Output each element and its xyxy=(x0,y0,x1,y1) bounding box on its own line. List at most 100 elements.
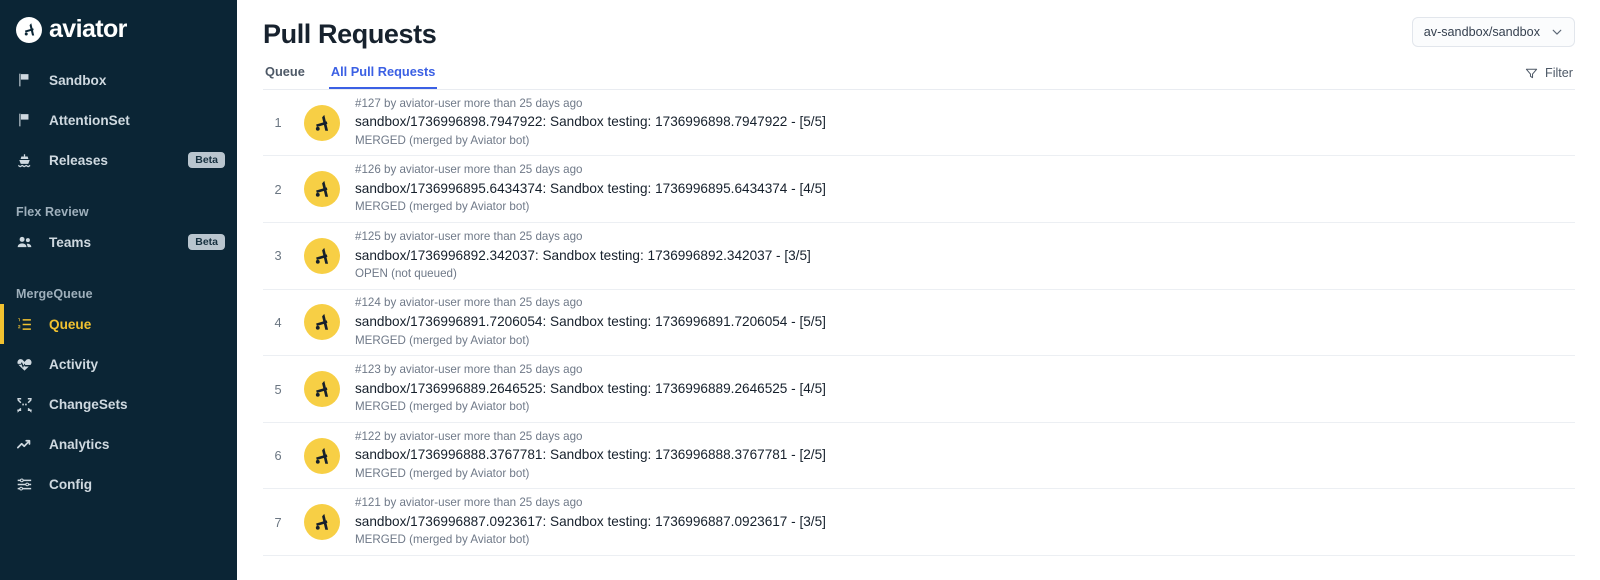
users-icon xyxy=(16,234,38,251)
sidebar-item-sandbox[interactable]: Sandbox xyxy=(0,60,237,100)
table-row[interactable]: 7 #121 by aviator-user more than 25 days… xyxy=(263,489,1575,557)
pr-meta: #121 by aviator-user more than 25 days a… xyxy=(355,496,583,510)
pr-body: #125 by aviator-user more than 25 days a… xyxy=(355,229,811,283)
avatar xyxy=(304,371,340,408)
flag-icon xyxy=(16,112,38,128)
sidebar-item-analytics[interactable]: Analytics xyxy=(0,424,237,464)
sliders-icon xyxy=(16,476,38,493)
sidebar-item-releases[interactable]: Releases Beta xyxy=(0,140,237,180)
sidebar-item-label: Config xyxy=(49,476,93,492)
filter-button-label: Filter xyxy=(1545,66,1573,81)
sidebar-item-label: Queue xyxy=(49,316,92,332)
sidebar-section-mergequeue: MergeQueue xyxy=(16,287,93,301)
status-badge-beta: Beta xyxy=(188,234,225,250)
filter-button[interactable]: Filter xyxy=(1523,67,1575,89)
sidebar-item-changesets[interactable]: ChangeSets xyxy=(0,384,237,424)
sidebar-item-attentionset[interactable]: AttentionSet xyxy=(0,100,237,140)
sidebar-item-activity[interactable]: Activity xyxy=(0,344,237,384)
pr-body: #123 by aviator-user more than 25 days a… xyxy=(355,362,826,416)
chevron-down-icon xyxy=(1550,25,1564,39)
avatar xyxy=(304,237,340,274)
pr-title[interactable]: sandbox/1736996895.6434374: Sandbox test… xyxy=(355,179,826,199)
page-title: Pull Requests xyxy=(263,19,437,49)
tab-all-pull-requests[interactable]: All Pull Requests xyxy=(328,65,438,89)
pr-status: MERGED (merged by Aviator bot) xyxy=(355,333,530,347)
tabs-bar: Queue All Pull Requests Filter xyxy=(263,65,1575,90)
status-badge-beta: Beta xyxy=(188,152,225,168)
pr-meta: #126 by aviator-user more than 25 days a… xyxy=(355,163,583,177)
sidebar-item-label: Releases xyxy=(49,152,108,168)
pr-meta: #127 by aviator-user more than 25 days a… xyxy=(355,96,583,110)
ship-icon xyxy=(16,152,38,169)
tab-queue[interactable]: Queue xyxy=(263,65,307,89)
merge-arrows-icon xyxy=(16,396,38,413)
sidebar-item-label: Sandbox xyxy=(49,72,107,88)
pull-request-list: 1 #127 by aviator-user more than 25 days… xyxy=(263,90,1575,557)
pr-index: 7 xyxy=(274,514,282,530)
table-row[interactable]: 5 #123 by aviator-user more than 25 days… xyxy=(263,356,1575,423)
pr-status: OPEN (not queued) xyxy=(355,267,457,281)
flag-icon xyxy=(16,72,38,88)
pr-title[interactable]: sandbox/1736996898.7947922: Sandbox test… xyxy=(355,112,826,132)
table-row[interactable]: 2 #126 by aviator-user more than 25 days… xyxy=(263,156,1575,224)
sidebar-item-config[interactable]: Config xyxy=(0,464,237,504)
main-inner: Pull Requests av-sandbox/sandbox Queue A… xyxy=(237,0,1600,557)
pr-index: 4 xyxy=(274,314,282,330)
pr-title[interactable]: sandbox/1736996892.342037: Sandbox testi… xyxy=(355,246,811,266)
aviator-logo-icon xyxy=(16,16,42,43)
heart-pulse-icon xyxy=(16,356,38,373)
pr-title[interactable]: sandbox/1736996888.3767781: Sandbox test… xyxy=(355,445,826,465)
pr-body: #122 by aviator-user more than 25 days a… xyxy=(355,429,826,483)
sidebar-item-label: ChangeSets xyxy=(49,396,128,412)
table-row[interactable]: 1 #127 by aviator-user more than 25 days… xyxy=(263,90,1575,157)
avatar xyxy=(304,304,340,341)
pr-index: 2 xyxy=(274,181,282,197)
pr-meta: #123 by aviator-user more than 25 days a… xyxy=(355,363,583,377)
pr-status: MERGED (merged by Aviator bot) xyxy=(355,400,530,414)
pr-status: MERGED (merged by Aviator bot) xyxy=(355,466,530,480)
app-root: aviator Sandbox AttentionSet Releases Be… xyxy=(0,0,1600,580)
page-header: Pull Requests av-sandbox/sandbox xyxy=(263,0,1575,52)
pr-body: #127 by aviator-user more than 25 days a… xyxy=(355,96,826,150)
pr-meta: #125 by aviator-user more than 25 days a… xyxy=(355,229,583,243)
pr-title[interactable]: sandbox/1736996887.0923617: Sandbox test… xyxy=(355,512,826,532)
pr-meta: #122 by aviator-user more than 25 days a… xyxy=(355,429,583,443)
pr-index: 5 xyxy=(274,381,282,397)
repo-selector-value: av-sandbox/sandbox xyxy=(1423,25,1540,39)
repo-selector[interactable]: av-sandbox/sandbox xyxy=(1411,17,1575,47)
sidebar-section-flex-review: Flex Review xyxy=(16,205,89,219)
avatar xyxy=(304,171,340,208)
table-row[interactable]: 3 #125 by aviator-user more than 25 days… xyxy=(263,223,1575,290)
pr-index: 1 xyxy=(274,115,282,131)
avatar xyxy=(304,504,340,541)
pr-meta: #124 by aviator-user more than 25 days a… xyxy=(355,296,583,310)
pr-title[interactable]: sandbox/1736996891.7206054: Sandbox test… xyxy=(355,312,826,332)
tabs: Queue All Pull Requests xyxy=(263,65,438,89)
pr-status: MERGED (merged by Aviator bot) xyxy=(355,533,530,547)
sidebar-item-label: Analytics xyxy=(49,436,110,452)
avatar xyxy=(304,104,340,141)
brand[interactable]: aviator xyxy=(0,0,237,46)
pr-body: #126 by aviator-user more than 25 days a… xyxy=(355,162,826,216)
table-row[interactable]: 6 #122 by aviator-user more than 25 days… xyxy=(263,423,1575,490)
pr-body: #124 by aviator-user more than 25 days a… xyxy=(355,295,826,349)
table-row[interactable]: 4 #124 by aviator-user more than 25 days… xyxy=(263,290,1575,357)
pr-title[interactable]: sandbox/1736996889.2646525: Sandbox test… xyxy=(355,379,826,399)
sidebar-item-label: Activity xyxy=(49,356,99,372)
pr-status: MERGED (merged by Aviator bot) xyxy=(355,200,530,214)
pr-body: #121 by aviator-user more than 25 days a… xyxy=(355,495,826,549)
sidebar-item-label: Teams xyxy=(49,234,92,250)
trending-up-icon xyxy=(16,436,38,453)
main-content: Pull Requests av-sandbox/sandbox Queue A… xyxy=(237,0,1600,580)
avatar xyxy=(304,437,340,474)
pr-status: MERGED (merged by Aviator bot) xyxy=(355,133,530,147)
sidebar: aviator Sandbox AttentionSet Releases Be… xyxy=(0,0,237,580)
sidebar-item-teams[interactable]: Teams Beta xyxy=(0,222,237,262)
funnel-icon xyxy=(1525,67,1538,80)
ordered-list-icon xyxy=(16,316,38,333)
sidebar-item-queue[interactable]: Queue xyxy=(0,304,237,344)
brand-wordmark: aviator xyxy=(49,15,127,43)
